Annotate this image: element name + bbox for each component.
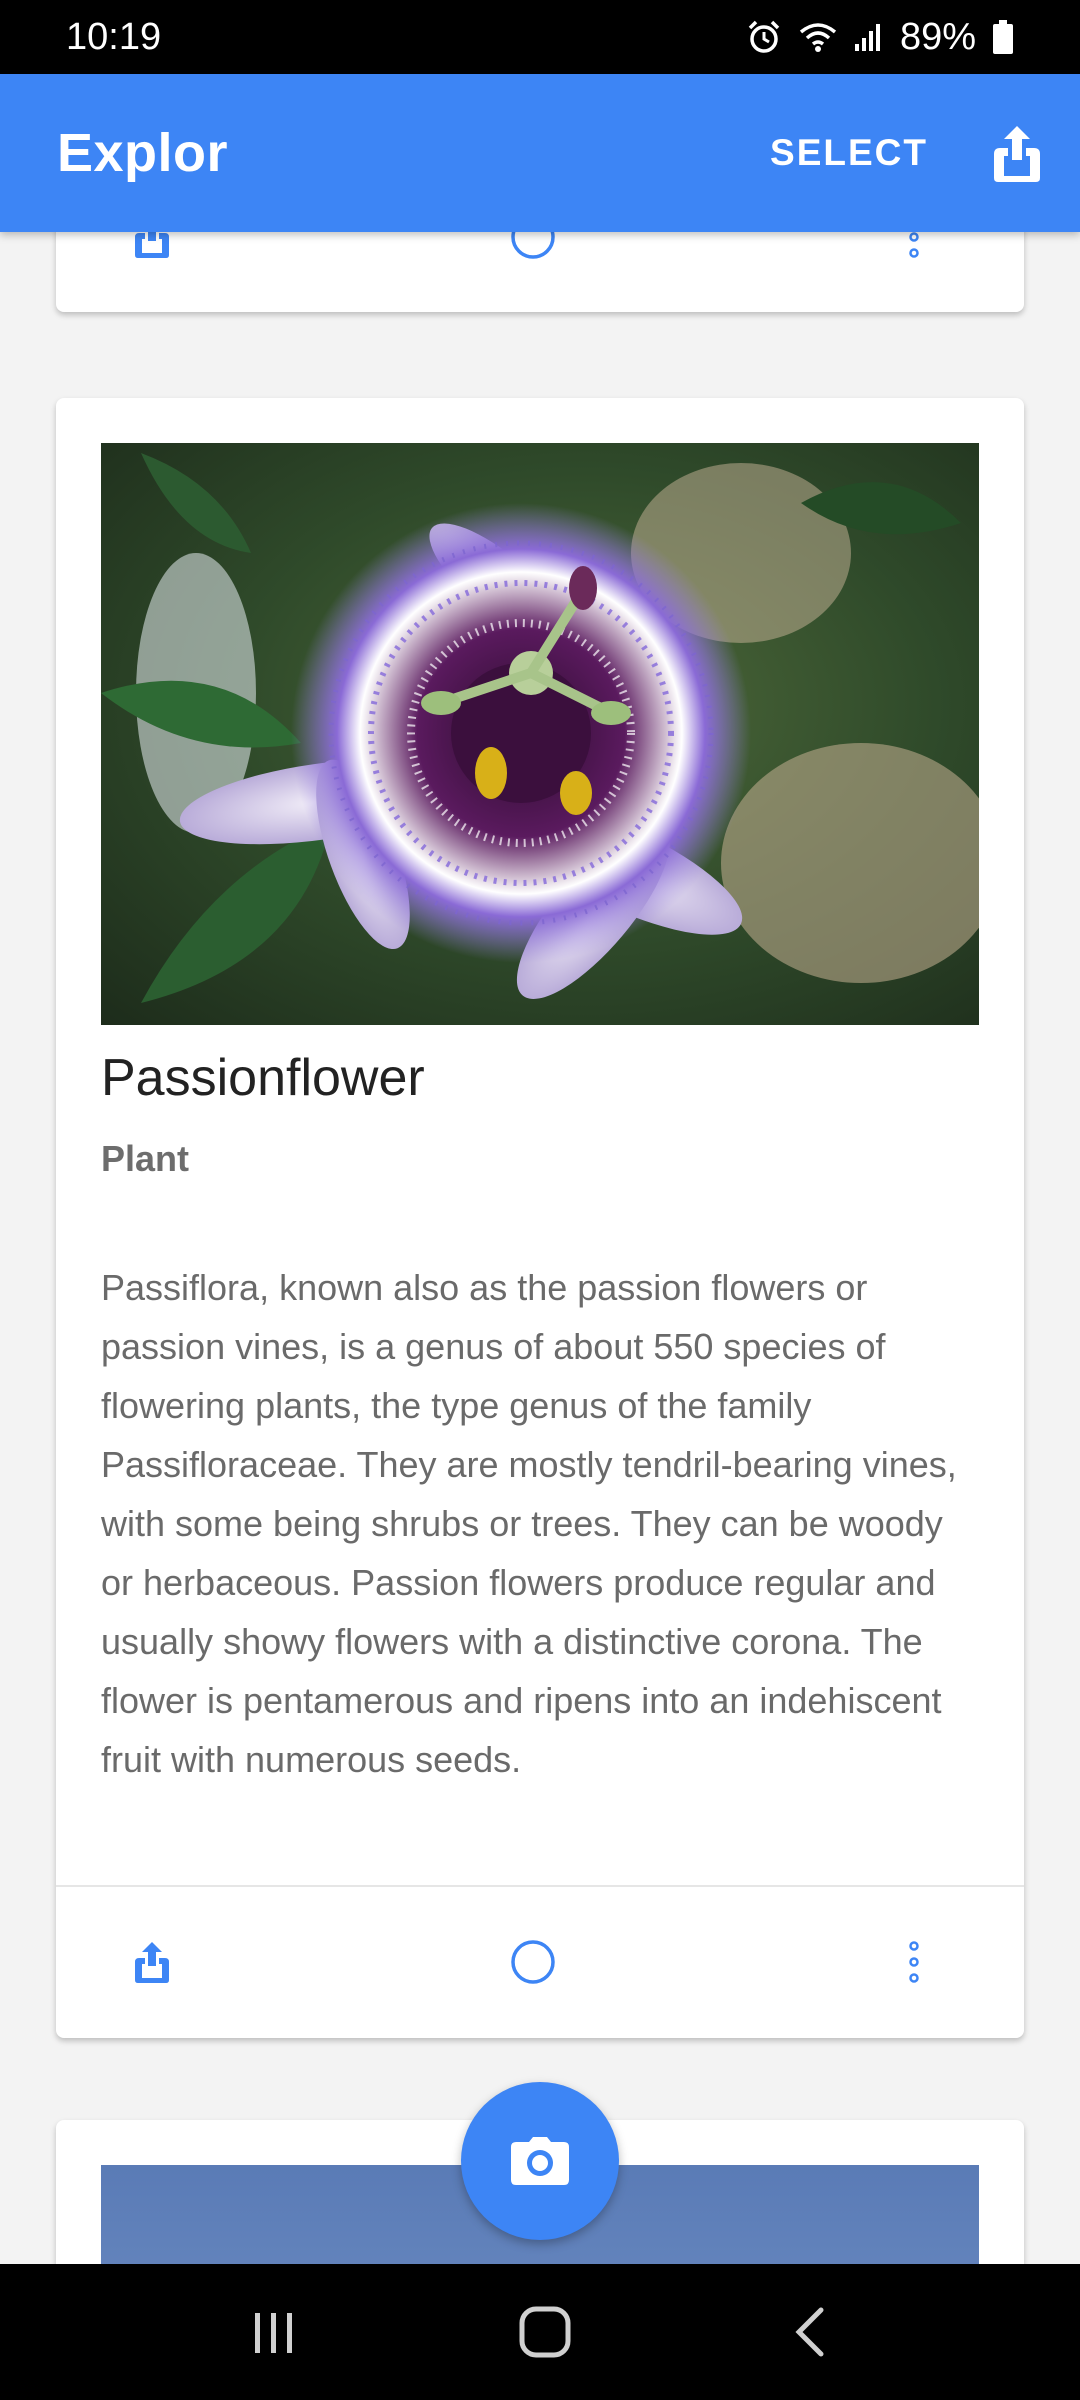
card-share-button[interactable]: [122, 1932, 182, 1992]
wifi-icon: [799, 23, 837, 52]
select-button[interactable]: SELECT: [770, 132, 928, 174]
battery-percent: 89%: [899, 15, 976, 58]
signal-icon: [854, 24, 880, 51]
status-time: 10:19: [66, 15, 162, 58]
card-select-toggle[interactable]: [503, 1932, 563, 1992]
battery-icon: [993, 20, 1013, 54]
card-more-button[interactable]: [884, 1932, 944, 1992]
plant-photo: [101, 443, 979, 1025]
navigation-bar: [0, 2264, 1080, 2400]
plant-name: Passionflower: [101, 1049, 425, 1107]
card-share-button[interactable]: [122, 232, 182, 267]
back-icon[interactable]: [791, 2306, 831, 2358]
alarm-icon: [748, 20, 780, 53]
app-title: Explor: [57, 123, 229, 183]
camera-button[interactable]: [461, 2082, 619, 2240]
home-icon[interactable]: [517, 2304, 573, 2360]
status-bar: 10:19 89%: [0, 0, 1080, 74]
card-select-toggle[interactable]: [503, 232, 563, 267]
app-bar-actions: SELECT: [770, 122, 1044, 184]
card-actions: [56, 232, 1024, 312]
card-more-button[interactable]: [884, 232, 944, 267]
more-vert-icon: [909, 232, 919, 258]
recents-icon[interactable]: [249, 2307, 299, 2357]
plant-card[interactable]: Passionflower Plant Passiflora, known al…: [56, 398, 1024, 2038]
status-icons: 89%: [746, 16, 1014, 59]
plant-description: Passiflora, known also as the passion fl…: [101, 1267, 957, 1780]
card-actions: [56, 1887, 1024, 2037]
plant-type: Plant: [101, 1138, 190, 1179]
share-icon: [135, 232, 169, 258]
circle-icon: [511, 1940, 555, 1984]
feed[interactable]: Passionflower Plant Passiflora, known al…: [0, 232, 1080, 2264]
share-icon[interactable]: [990, 122, 1044, 184]
more-vert-icon: [909, 1941, 919, 1983]
card-previous: [56, 232, 1024, 312]
circle-icon: [511, 232, 555, 259]
passionflower-image: [101, 443, 979, 1025]
camera-icon: [511, 2137, 569, 2185]
share-icon: [135, 1942, 169, 1983]
app-bar: Explor SELECT: [0, 74, 1080, 232]
